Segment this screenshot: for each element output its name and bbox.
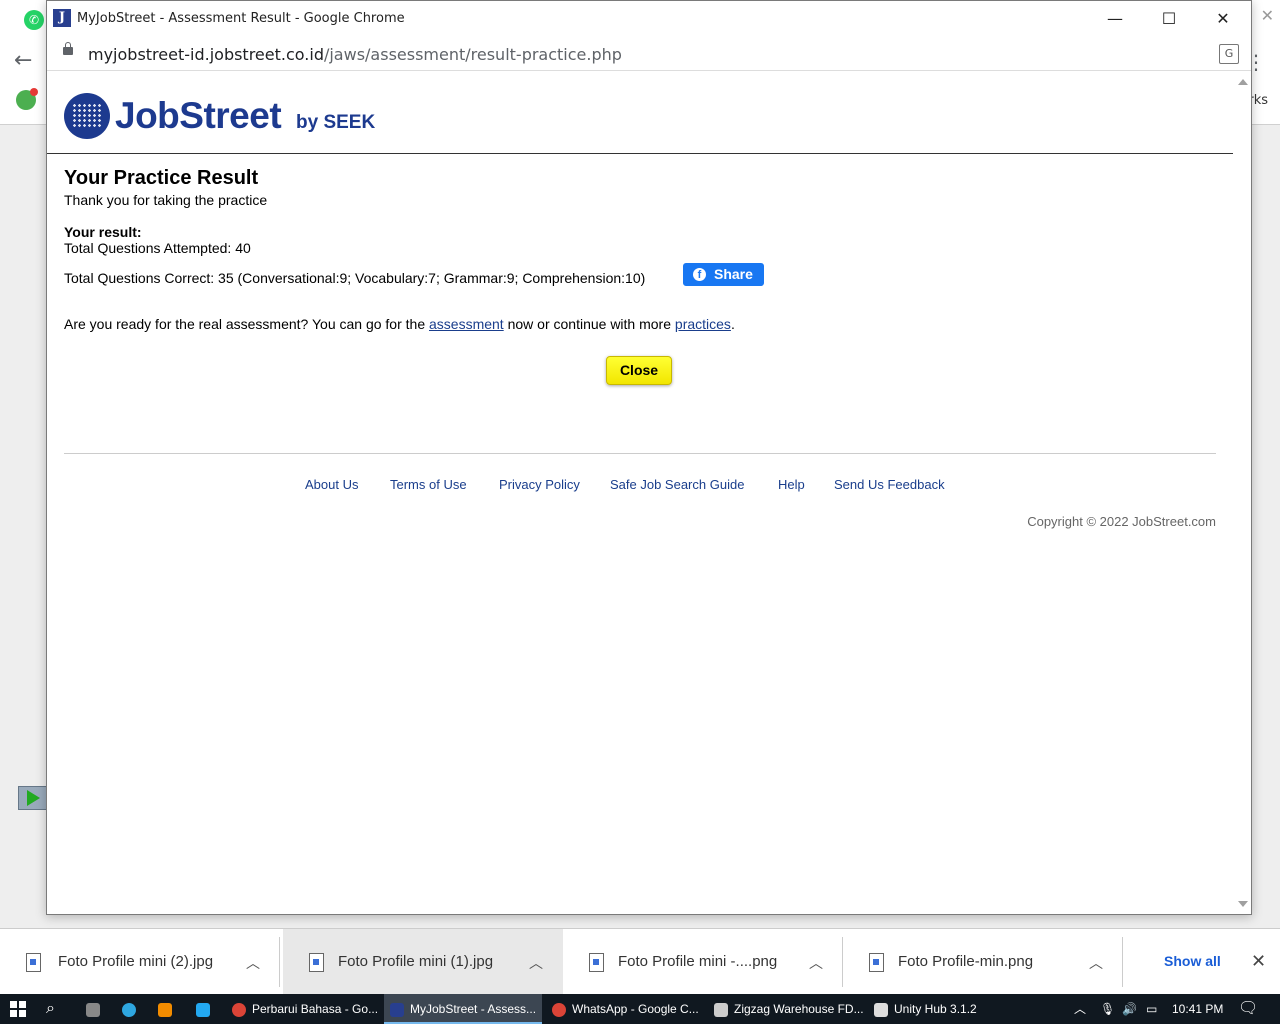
- close-button[interactable]: Close: [606, 356, 672, 385]
- chevron-up-icon[interactable]: ︿: [246, 953, 260, 973]
- taskbar-app[interactable]: MyJobStreet - Assess...: [384, 994, 542, 1024]
- chevron-up-icon[interactable]: ︿: [1089, 953, 1103, 973]
- address-bar[interactable]: myjobstreet-id.jobstreet.co.id/jaws/asse…: [47, 37, 1251, 71]
- file-icon: [869, 953, 884, 972]
- lock-icon[interactable]: [63, 42, 73, 55]
- attempted-text: Total Questions Attempted: 40: [64, 240, 251, 256]
- windows-taskbar: ⌕ Perbarui Bahasa - Go... MyJobStreet - …: [0, 994, 1280, 1024]
- app-icon: [714, 1002, 728, 1017]
- url-text[interactable]: myjobstreet-id.jobstreet.co.id/jaws/asse…: [88, 45, 622, 64]
- popup-window: J MyJobStreet - Assessment Result - Goog…: [46, 0, 1252, 915]
- close-window-button[interactable]: ✕: [1195, 1, 1251, 37]
- vlc-icon[interactable]: [158, 994, 174, 1024]
- search-icon[interactable]: ⌕: [46, 994, 66, 1024]
- file-icon: [26, 953, 41, 972]
- microphone-icon[interactable]: 🎙: [1100, 994, 1115, 1024]
- copyright-text: Copyright © 2022 JobStreet.com: [1027, 514, 1216, 529]
- scroll-up-icon[interactable]: [1238, 79, 1248, 85]
- share-label: Share: [714, 266, 753, 282]
- download-item[interactable]: Foto Profile mini (2).jpg ︿: [0, 929, 280, 995]
- site-header: JobStreet by SEEK: [47, 71, 1233, 154]
- maximize-button[interactable]: ☐: [1141, 1, 1197, 37]
- download-filename: Foto Profile mini -....png: [618, 953, 778, 970]
- calculator-icon[interactable]: [86, 994, 100, 1024]
- practices-link[interactable]: practices: [675, 316, 731, 332]
- scroll-down-icon[interactable]: [1238, 901, 1248, 907]
- logo-wordmark[interactable]: JobStreet: [115, 95, 282, 137]
- start-icon[interactable]: [10, 994, 30, 1024]
- close-icon[interactable]: ✕: [1261, 6, 1274, 25]
- footer-link-safe-job[interactable]: Safe Job Search Guide: [610, 477, 744, 492]
- footer-divider: [64, 453, 1216, 454]
- page-content: JobStreet by SEEK Your Practice Result T…: [47, 71, 1233, 913]
- extension-icon[interactable]: [16, 88, 38, 110]
- footer-link-privacy[interactable]: Privacy Policy: [499, 477, 580, 492]
- volume-icon[interactable]: 🔊: [1122, 994, 1137, 1024]
- back-arrow-icon[interactable]: ←: [14, 48, 32, 73]
- minimize-button[interactable]: —: [1087, 1, 1143, 37]
- title-bar: J MyJobStreet - Assessment Result - Goog…: [47, 1, 1251, 37]
- whatsapp-icon[interactable]: ✆: [24, 10, 44, 30]
- taskbar-app[interactable]: Unity Hub 3.1.2: [868, 994, 1004, 1024]
- chevron-up-icon[interactable]: ︿: [529, 953, 543, 973]
- thanks-text: Thank you for taking the practice: [64, 192, 268, 208]
- download-item[interactable]: Foto Profile mini -....png ︿: [563, 929, 843, 995]
- jobstreet-icon: [390, 1002, 404, 1017]
- window-title: MyJobStreet - Assessment Result - Google…: [77, 11, 405, 26]
- footer-link-help[interactable]: Help: [778, 477, 805, 492]
- prompt-text: Are you ready for the real assessment? Y…: [64, 316, 735, 332]
- taskbar-app[interactable]: Perbarui Bahasa - Go...: [226, 994, 384, 1024]
- vertical-scrollbar[interactable]: [1234, 71, 1251, 913]
- download-item[interactable]: Foto Profile mini (1).jpg ︿: [283, 929, 563, 995]
- url-path: /jaws/assessment/result-practice.php: [323, 45, 622, 64]
- jobstreet-logo-icon[interactable]: [64, 93, 110, 139]
- file-icon: [589, 953, 604, 972]
- footer-link-about[interactable]: About Us: [305, 477, 358, 492]
- facebook-icon: f: [693, 268, 706, 281]
- translate-icon[interactable]: G: [1219, 44, 1239, 64]
- download-filename: Foto Profile mini (1).jpg: [338, 953, 494, 970]
- footer-link-terms[interactable]: Terms of Use: [390, 477, 467, 492]
- result-label: Your result:: [64, 224, 142, 240]
- facebook-share-button[interactable]: f Share: [683, 263, 764, 286]
- unity-icon: [874, 1002, 888, 1017]
- download-item[interactable]: Foto Profile-min.png ︿: [843, 929, 1123, 995]
- chrome-icon: [232, 1002, 246, 1017]
- download-filename: Foto Profile-min.png: [898, 953, 1034, 970]
- chevron-up-icon[interactable]: ︿: [809, 953, 823, 973]
- footer-link-feedback[interactable]: Send Us Feedback: [834, 477, 945, 492]
- chevron-up-icon[interactable]: ︿: [1074, 994, 1086, 1024]
- chrome-icon: [552, 1002, 566, 1017]
- taskbar-app[interactable]: Zigzag Warehouse FD...: [708, 994, 870, 1024]
- assessment-link[interactable]: assessment: [429, 316, 504, 332]
- downloads-bar: Foto Profile mini (2).jpg ︿ Foto Profile…: [0, 928, 1280, 995]
- show-all-button[interactable]: Show all: [1164, 953, 1221, 969]
- correct-text: Total Questions Correct: 35 (Conversatio…: [64, 270, 646, 286]
- download-filename: Foto Profile mini (2).jpg: [58, 953, 214, 970]
- clock[interactable]: 10:41 PM: [1172, 994, 1223, 1024]
- page-title: Your Practice Result: [64, 167, 259, 189]
- url-host: myjobstreet-id.jobstreet.co.id: [88, 45, 324, 64]
- close-downloads-icon[interactable]: ✕: [1251, 951, 1266, 972]
- telegram-icon[interactable]: [122, 994, 138, 1024]
- network-icon[interactable]: ▭: [1146, 994, 1157, 1024]
- play-icon[interactable]: [18, 786, 48, 810]
- notification-icon[interactable]: 🗨: [1238, 994, 1258, 1024]
- logo-suffix: by SEEK: [296, 112, 376, 133]
- vscode-icon[interactable]: [196, 994, 212, 1024]
- jobstreet-favicon-icon: J: [53, 9, 71, 27]
- file-icon: [309, 953, 324, 972]
- taskbar-app[interactable]: WhatsApp - Google C...: [546, 994, 708, 1024]
